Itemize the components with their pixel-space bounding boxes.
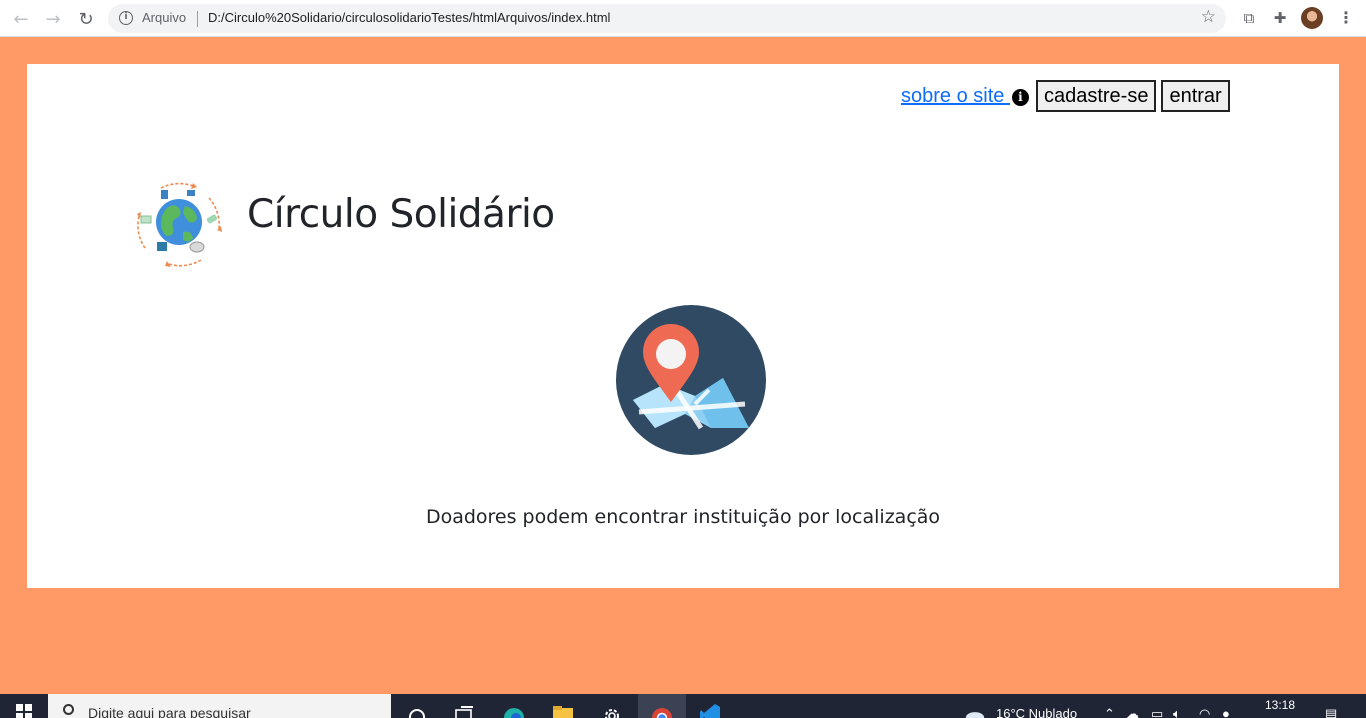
- file-explorer-icon[interactable]: [552, 702, 574, 718]
- extensions-puzzle-icon[interactable]: ✚: [1270, 8, 1290, 28]
- weather-text[interactable]: 16°C Nublado: [996, 706, 1077, 718]
- notifications-icon[interactable]: ▤: [1325, 706, 1337, 718]
- bookmark-star-icon[interactable]: ☆: [1201, 7, 1216, 27]
- weather-cloud-icon[interactable]: [964, 702, 986, 718]
- share-icon[interactable]: ⧉: [1239, 8, 1259, 28]
- taskbar-search-input[interactable]: Digite aqui para pesquisar: [48, 694, 391, 718]
- browser-menu-icon[interactable]: ⋮: [1338, 8, 1354, 28]
- windows-start-icon[interactable]: [16, 704, 32, 718]
- site-info-icon[interactable]: i: [119, 11, 133, 25]
- login-button[interactable]: entrar: [1161, 80, 1230, 112]
- address-scheme-label: Arquivo: [142, 10, 187, 25]
- browser-toolbar: ← → ↻ i Arquivo D:/Circulo%20Solidario/c…: [0, 0, 1366, 37]
- address-bar[interactable]: i Arquivo D:/Circulo%20Solidario/circulo…: [108, 4, 1226, 33]
- language-icon[interactable]: ●: [1222, 706, 1230, 718]
- feature-description: Doadores podem encontrar instituição por…: [425, 506, 941, 528]
- info-icon: i: [1011, 89, 1029, 106]
- site-title: Círculo Solidário: [247, 192, 555, 237]
- about-site-link[interactable]: sobre o site: [901, 85, 1010, 108]
- forward-arrow-icon[interactable]: →: [41, 7, 65, 31]
- windows-taskbar: Digite aqui para pesquisar 16°C Nublado …: [0, 694, 1366, 718]
- address-url[interactable]: D:/Circulo%20Solidario/circulosolidarioT…: [208, 10, 610, 25]
- page-card: sobre o site i cadastre-se entrar Círcul…: [27, 64, 1339, 588]
- settings-gear-icon[interactable]: [601, 702, 623, 718]
- wifi-icon[interactable]: ◠: [1199, 706, 1210, 718]
- location-map-icon: [616, 305, 766, 455]
- onedrive-cloud-icon[interactable]: ☁: [1126, 706, 1139, 718]
- address-divider: [197, 11, 198, 27]
- vscode-icon[interactable]: [699, 702, 721, 718]
- taskbar-clock[interactable]: 13:18: [1265, 698, 1295, 712]
- cortana-circle-icon[interactable]: [406, 702, 428, 718]
- back-arrow-icon[interactable]: ←: [9, 7, 33, 31]
- battery-icon[interactable]: ▭: [1151, 706, 1163, 718]
- task-view-icon[interactable]: [453, 702, 475, 718]
- top-navigation: sobre o site i cadastre-se entrar: [901, 80, 1235, 112]
- site-logo-globe-icon: [137, 182, 222, 267]
- edge-browser-icon[interactable]: [503, 702, 525, 718]
- tray-chevron-up-icon[interactable]: ⌃: [1104, 706, 1115, 718]
- signup-button[interactable]: cadastre-se: [1035, 80, 1157, 112]
- reload-icon[interactable]: ↻: [74, 7, 98, 31]
- volume-icon[interactable]: 🔈︎: [1173, 706, 1181, 718]
- chrome-browser-icon[interactable]: [651, 702, 673, 718]
- taskbar-search-placeholder: Digite aqui para pesquisar: [88, 705, 251, 718]
- search-icon: [63, 704, 74, 715]
- profile-avatar[interactable]: [1301, 7, 1323, 29]
